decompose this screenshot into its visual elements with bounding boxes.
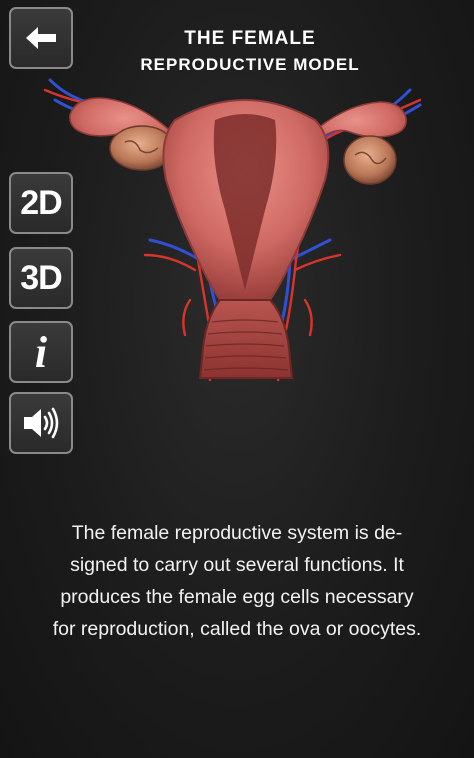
description-line-3: produces the female egg cells necessary — [60, 586, 414, 608]
reproductive-model-image[interactable] — [40, 60, 440, 390]
description-line-2: signed to carry out several functions. I… — [70, 554, 404, 576]
vaginal-canal — [198, 299, 294, 379]
description-text: The female reproductive system is de- si… — [20, 517, 454, 645]
arrow-left-icon — [26, 27, 56, 49]
right-ovary — [343, 135, 397, 185]
title-line-1: THE FEMALE — [184, 28, 316, 49]
speaker-volume-icon — [24, 407, 59, 439]
description-line-1: The female reproductive system is de- — [71, 522, 403, 544]
description-line-4: for reproduction, called the ova or oocy… — [52, 618, 422, 640]
sound-button[interactable] — [9, 392, 73, 454]
